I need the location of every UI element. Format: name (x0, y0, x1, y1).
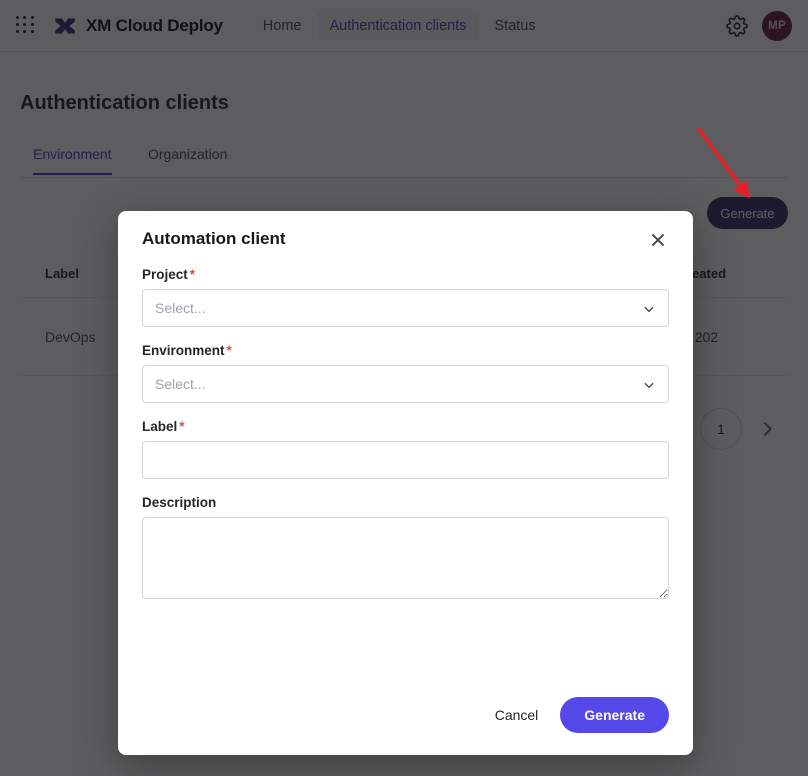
label-input[interactable] (142, 441, 669, 479)
field-label-description: Description (142, 495, 669, 510)
field-label-project-text: Project (142, 267, 188, 282)
description-textarea[interactable] (142, 517, 669, 599)
cancel-button[interactable]: Cancel (489, 699, 545, 731)
required-marker-environment: * (227, 343, 232, 358)
project-select[interactable]: Select... (142, 289, 669, 327)
field-label-environment-text: Environment (142, 343, 225, 358)
dialog-footer: Cancel Generate (142, 697, 669, 733)
environment-select[interactable]: Select... (142, 365, 669, 403)
field-project: Project* Select... (142, 267, 669, 327)
field-label-label-text: Label (142, 419, 177, 434)
generate-button-dialog[interactable]: Generate (560, 697, 669, 733)
field-environment: Environment* Select... (142, 343, 669, 403)
field-label-label: Label* (142, 419, 669, 434)
close-icon[interactable] (647, 229, 669, 251)
chevron-down-icon (642, 378, 656, 392)
screen: XM Cloud Deploy Home Authentication clie… (0, 0, 808, 776)
project-select-placeholder: Select... (155, 300, 206, 316)
field-label-project: Project* (142, 267, 669, 282)
required-marker-label: * (179, 419, 184, 434)
field-label-environment: Environment* (142, 343, 669, 358)
field-label-description-text: Description (142, 495, 216, 510)
field-label: Label* (142, 419, 669, 479)
field-description: Description (142, 495, 669, 599)
chevron-down-icon (642, 302, 656, 316)
required-marker-project: * (190, 267, 195, 282)
dialog-header: Automation client (142, 211, 669, 251)
environment-select-placeholder: Select... (155, 376, 206, 392)
dialog-title: Automation client (142, 229, 286, 249)
automation-client-dialog: Automation client Project* Select... Env… (118, 211, 693, 755)
